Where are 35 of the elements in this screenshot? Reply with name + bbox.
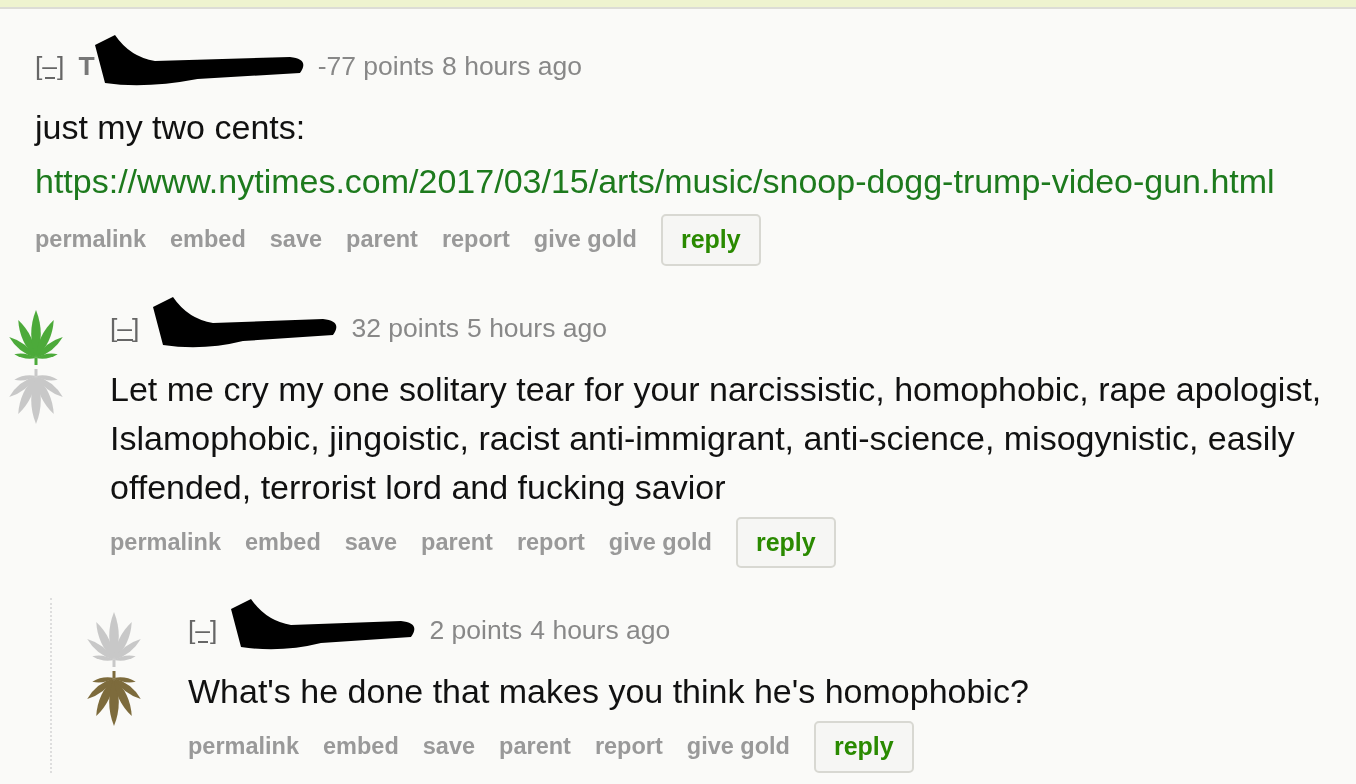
collapse-toggle[interactable]: [–] [188, 611, 218, 651]
comment-text: Let me cry my one solitary tear for your narcissistic, homophobic, rape apologist, Islamophobic, jingoistic, racist anti-immigrant, anti-science, misogynistic, easily offended, terrorist lord and fucking savior [110, 368, 1323, 508]
action-link[interactable]: report [516, 524, 585, 560]
action-link[interactable]: report [594, 729, 663, 765]
action-link[interactable]: save [344, 524, 398, 560]
collapse-toggle[interactable]: [–] [35, 47, 65, 87]
comment-text: What's he done that makes you think he's homophobic? [188, 671, 1029, 712]
action-link[interactable]: save [269, 222, 323, 258]
action-link[interactable]: embed [323, 729, 399, 765]
action-link[interactable]: embed [170, 222, 246, 258]
action-link[interactable]: parent [499, 729, 571, 765]
comment-link[interactable]: https://www.nytimes.com/2017/03/15/arts/music/snoop-dogg-trump-video-gun.html [35, 157, 1275, 206]
action-link[interactable]: give gold [533, 222, 637, 258]
action-link[interactable]: permalink [35, 222, 147, 258]
reply-button[interactable]: reply [813, 721, 914, 773]
username[interactable]: T [78, 47, 95, 87]
reply-button[interactable]: reply [735, 516, 836, 568]
action-link[interactable]: parent [421, 524, 493, 560]
reply-button[interactable]: reply [660, 214, 761, 266]
action-link[interactable]: report [441, 222, 510, 258]
action-link[interactable]: give gold [608, 524, 712, 560]
collapse-toggle[interactable]: [–] [110, 308, 140, 349]
timestamp: 5 hours ago [467, 311, 607, 345]
action-link[interactable]: embed [245, 524, 321, 560]
action-link[interactable]: parent [346, 222, 418, 258]
action-link[interactable]: permalink [188, 729, 300, 765]
timestamp: 4 hours ago [530, 614, 671, 648]
action-link[interactable]: save [422, 729, 476, 765]
score: 32 points [351, 311, 460, 345]
timestamp: 8 hours ago [442, 50, 582, 84]
action-link[interactable]: permalink [110, 524, 222, 560]
comment-text: just my two cents: [35, 107, 306, 148]
score: -77 points [317, 50, 435, 84]
action-link[interactable]: give gold [686, 729, 790, 765]
score: 2 points [429, 614, 523, 648]
